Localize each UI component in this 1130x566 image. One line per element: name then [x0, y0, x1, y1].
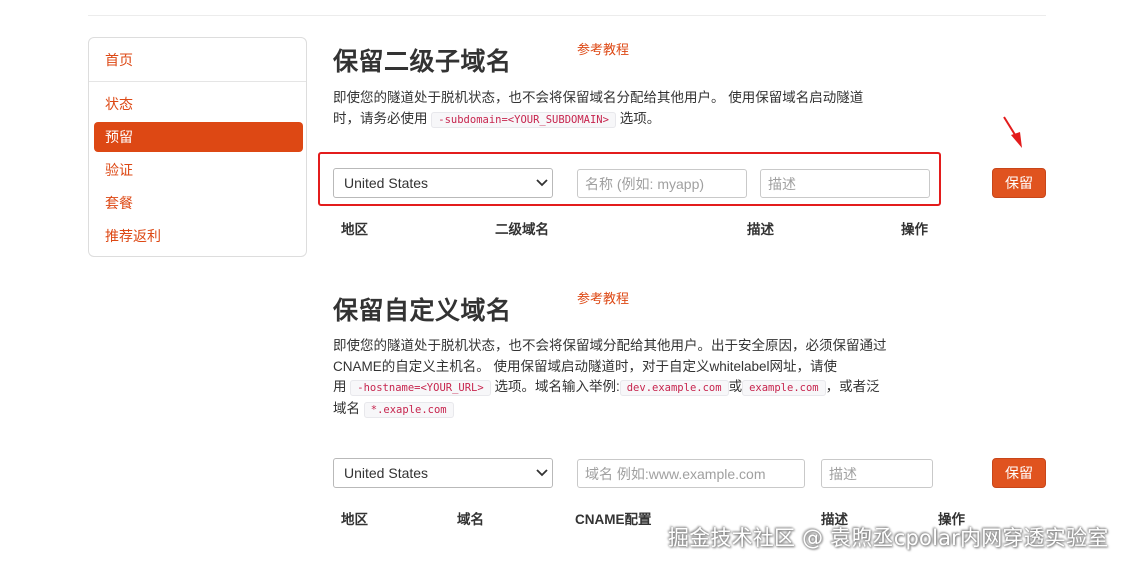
subdomain-desc-suffix: 选项。	[619, 110, 661, 126]
watermark-text: 掘金技术社区 @ 袁煦丞cpolar内网穿透实验室	[668, 526, 1109, 550]
custom-domain-input[interactable]	[577, 459, 805, 488]
subdomain-section-title: 保留二级子域名	[333, 48, 512, 76]
custom-desc-or: 或	[728, 379, 743, 394]
subdomain-desc-line1: 即使您的隧道处于脱机状态，也不会将保留域名分配给其他用户。 使用保留域名启动隧道	[333, 90, 864, 105]
subdomain-flag-code: -subdomain=<YOUR_SUBDOMAIN>	[431, 111, 616, 128]
subdomain-desc-prefix: 时，请务必使用	[333, 110, 428, 126]
subdomain-col-description: 描述	[747, 222, 774, 237]
subdomain-tutorial-link[interactable]: 参考教程	[577, 39, 629, 58]
sidebar-item-referral[interactable]: 推荐返利	[94, 221, 303, 251]
custom-desc-line4-prefix: 域名	[333, 400, 360, 416]
highlight-annotation-box	[318, 152, 941, 206]
sidebar-divider	[89, 81, 306, 82]
sidebar-item-status[interactable]: 状态	[94, 89, 303, 119]
example-domain-code-1: dev.example.com	[619, 380, 729, 396]
custom-desc-line3-suffix: ，或者泛	[825, 379, 880, 394]
custom-region-value: United States	[344, 465, 429, 481]
custom-col-region: 地区	[341, 512, 368, 527]
custom-region-select[interactable]: United States	[333, 458, 553, 488]
sidebar-item-home[interactable]: 首页	[94, 45, 303, 75]
custom-desc-line3-mid: 选项。域名输入举例:	[494, 379, 620, 394]
custom-desc-line4: 域名 *.exaple.com	[333, 399, 887, 421]
custom-desc-line1: 即使您的隧道处于脱机状态，也不会将保留域分配给其他用户。出于安全原因，必须保留通…	[333, 338, 887, 353]
sidebar-item-verify[interactable]: 验证	[94, 155, 303, 185]
reserve-subdomain-button[interactable]: 保留	[992, 168, 1046, 198]
wildcard-domain-code: *.exaple.com	[363, 401, 454, 418]
custom-col-cname: CNAME配置	[575, 512, 652, 527]
top-divider	[88, 15, 1046, 16]
custom-desc-line2: CNAME的自定义主机名。 使用保留域启动隧道时，对于自定义whitelabel…	[333, 358, 838, 374]
sidebar-item-plans[interactable]: 套餐	[94, 188, 303, 218]
hostname-flag-code: -hostname=<YOUR_URL>	[350, 380, 491, 396]
custom-desc-line3-prefix: 用	[333, 379, 347, 394]
reserve-custom-domain-button[interactable]: 保留	[992, 458, 1046, 488]
subdomain-description: 即使您的隧道处于脱机状态，也不会将保留域名分配给其他用户。 使用保留域名启动隧道…	[333, 88, 863, 130]
sidebar-item-reserved[interactable]: 预留	[94, 122, 303, 152]
subdomain-col-subdomain: 二级域名	[495, 222, 549, 237]
subdomain-col-actions: 操作	[901, 222, 928, 237]
custom-domain-tutorial-link[interactable]: 参考教程	[577, 288, 629, 307]
custom-col-domain: 域名	[457, 512, 484, 527]
annotation-arrow-icon	[1003, 116, 1022, 148]
custom-domain-description: 即使您的隧道处于脱机状态，也不会将保留域分配给其他用户。出于安全原因，必须保留通…	[333, 336, 887, 420]
subdomain-desc-line2: 时，请务必使用 -subdomain=<YOUR_SUBDOMAIN> 选项。	[333, 109, 863, 131]
subdomain-col-region: 地区	[341, 222, 368, 237]
custom-description-input[interactable]	[821, 459, 933, 488]
sidebar-nav: 首页 状态 预留 验证 套餐 推荐返利	[88, 37, 307, 257]
custom-domain-section-title: 保留自定义域名	[333, 297, 512, 325]
example-domain-code-2: example.com	[742, 380, 826, 396]
custom-desc-line3: 用 -hostname=<YOUR_URL> 选项。域名输入举例: dev.exa…	[333, 377, 887, 399]
